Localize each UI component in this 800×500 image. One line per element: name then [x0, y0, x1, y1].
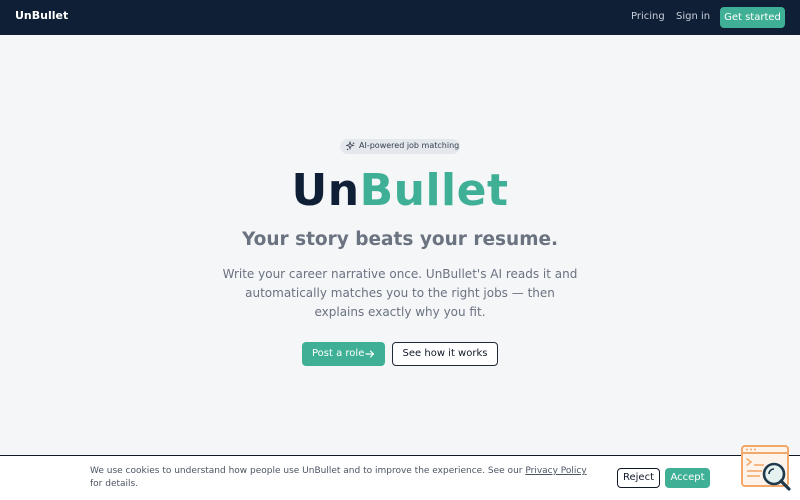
nav-link-sign-in[interactable]: Sign in	[676, 11, 710, 22]
badge-label: AI-powered job matching	[359, 141, 460, 150]
get-started-button[interactable]: Get started	[720, 7, 785, 28]
hero-title: UnBullet	[0, 162, 800, 220]
hero-title-part-un: Un	[291, 165, 360, 216]
cookie-text-start: We use cookies to understand how people …	[90, 466, 526, 476]
arrow-right-icon	[365, 350, 375, 358]
sparkles-icon	[346, 141, 355, 151]
cookie-message: We use cookies to understand how people …	[90, 465, 595, 491]
see-how-it-works-button[interactable]: See how it works	[392, 342, 498, 366]
cookie-text-end: for details.	[90, 479, 139, 489]
post-role-button[interactable]: Post a role	[302, 342, 385, 366]
cookie-banner: We use cookies to understand how people …	[0, 455, 800, 500]
search-document-icon	[741, 445, 791, 491]
top-navbar: UnBullet Pricing Sign in Get started	[0, 0, 800, 35]
privacy-policy-link[interactable]: Privacy Policy	[525, 466, 586, 476]
accept-cookies-button[interactable]: Accept	[665, 468, 710, 488]
hero-title-part-bullet: Bullet	[359, 165, 509, 216]
hero-description: Write your career narrative once. UnBull…	[222, 267, 578, 319]
brand-logo[interactable]: UnBullet	[15, 9, 68, 22]
ai-badge: AI-powered job matching	[340, 139, 460, 154]
hero-tagline: Your story beats your resume.	[241, 229, 559, 250]
reject-cookies-button[interactable]: Reject	[617, 468, 660, 488]
post-role-label: Post a role	[312, 348, 365, 359]
help-widget-button[interactable]	[740, 445, 792, 495]
nav-link-pricing[interactable]: Pricing	[631, 11, 665, 22]
